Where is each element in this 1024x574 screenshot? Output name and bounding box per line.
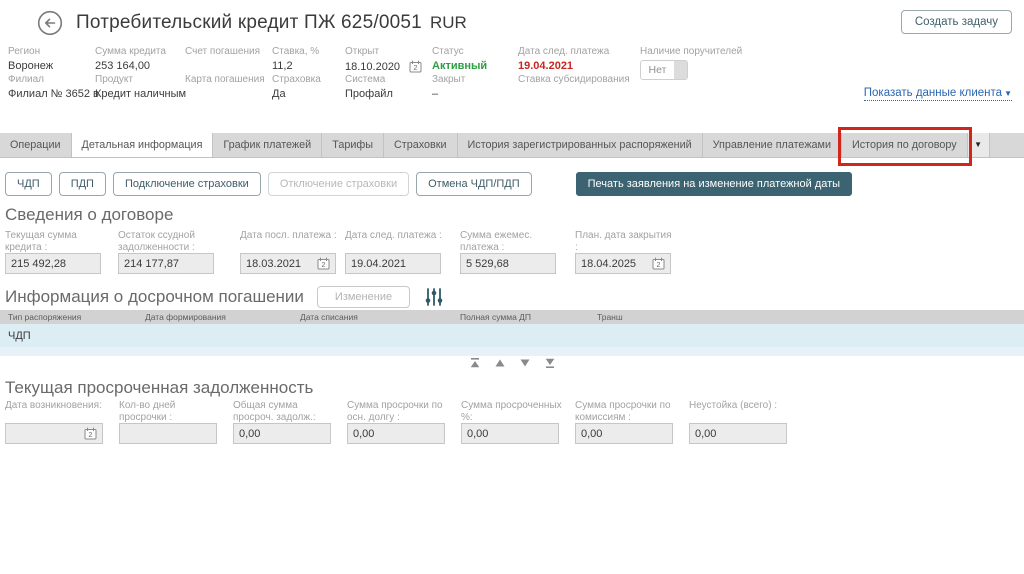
planned-close-date-input[interactable]: 18.04.2025 2 <box>575 253 671 274</box>
svg-text:2: 2 <box>414 65 418 72</box>
contract-details-title: Сведения о договоре <box>5 205 174 224</box>
currency-label: RUR <box>430 13 467 32</box>
field-closed: Закрыт – <box>432 74 466 100</box>
chdp-button[interactable]: ЧДП <box>5 172 52 196</box>
tab-contract-history[interactable]: История по договору <box>842 133 968 157</box>
field-region: Регион Воронеж <box>8 46 54 72</box>
col-form-date[interactable]: Дата формирования <box>145 312 226 322</box>
field-system: Система Профайл <box>345 74 393 100</box>
tab-bar: Операции Детальная информация График пла… <box>0 133 1024 158</box>
status-badge: Активный <box>432 60 488 72</box>
principal-overdue-input[interactable]: 0,00 <box>347 423 445 444</box>
loan-balance-input[interactable]: 214 177,87 <box>118 253 214 274</box>
field-opened: Открыт 18.10.2020 2 <box>345 46 422 73</box>
calendar-icon[interactable]: 2 <box>84 427 97 440</box>
penalty-total-input[interactable]: 0,00 <box>689 423 787 444</box>
fld-last-payment-date: Дата посл. платежа : 18.03.2021 2 <box>240 230 346 274</box>
fld-current-credit-sum: Текущая сумма кредита : 215 492,28 <box>5 230 111 274</box>
col-full-sum[interactable]: Полная сумма ДП <box>460 312 531 322</box>
col-tranche[interactable]: Транш <box>597 312 623 322</box>
field-subsidy-rate: Ставка субсидирования <box>518 74 630 85</box>
field-guarantors: Наличие поручителей Нет <box>640 46 742 80</box>
up-icon[interactable] <box>494 357 506 369</box>
down-icon[interactable] <box>519 357 531 369</box>
print-statement-button[interactable]: Печать заявления на изменение платежной … <box>575 172 853 196</box>
calendar-icon[interactable]: 2 <box>652 257 665 270</box>
calendar-icon[interactable]: 2 <box>409 60 422 73</box>
field-rate: Ставка, % 11,2 <box>272 46 320 72</box>
field-next-payment-date: Дата след. платежа 19.04.2021 <box>518 46 610 72</box>
table-header-row: Тип распоряжения Дата формирования Дата … <box>0 310 1024 324</box>
connect-insurance-button[interactable]: Подключение страховки <box>112 172 261 196</box>
tabs-overflow-button[interactable]: ▼ <box>967 133 990 157</box>
overdue-debt-title: Текущая просроченная задолженность <box>5 378 314 397</box>
field-repayment-account: Счет погашения <box>185 46 260 57</box>
next-payment-date-input[interactable]: 19.04.2021 <box>345 253 441 274</box>
go-last-icon[interactable] <box>544 357 556 369</box>
go-first-icon[interactable] <box>469 357 481 369</box>
col-order-type[interactable]: Тип распоряжения <box>8 312 81 322</box>
cancel-chdp-pdp-button[interactable]: Отмена ЧДП/ПДП <box>416 172 532 196</box>
field-repayment-card: Карта погашения <box>185 74 265 85</box>
tab-tariffs[interactable]: Тарифы <box>322 133 384 157</box>
early-repayment-title: Информация о досрочном погашении <box>5 287 304 306</box>
tab-detailed-info[interactable]: Детальная информация <box>71 133 214 157</box>
svg-text:2: 2 <box>657 262 661 269</box>
fld-loan-balance: Остаток ссудной задолженности : 214 177,… <box>118 230 224 274</box>
tab-payment-schedule[interactable]: График платежей <box>213 133 323 157</box>
tab-registered-orders-history[interactable]: История зарегистрированных распоряжений <box>458 133 703 157</box>
create-task-button[interactable]: Создать задачу <box>900 10 1012 34</box>
table-row[interactable]: ЧДП <box>0 324 1024 347</box>
guarantors-toggle[interactable]: Нет <box>640 60 688 80</box>
early-repayment-table: Тип распоряжения Дата формирования Дата … <box>0 310 1024 356</box>
show-client-data-link[interactable]: Показать данные клиента ▼ <box>863 87 1012 101</box>
change-button[interactable]: Изменение <box>316 286 411 308</box>
chevron-down-icon: ▼ <box>1004 88 1012 98</box>
title-row: Потребительский кредит ПЖ 625/0051 <box>37 10 422 36</box>
disconnect-insurance-button[interactable]: Отключение страховки <box>267 172 410 196</box>
commission-overdue-input[interactable]: 0,00 <box>575 423 673 444</box>
tab-operations[interactable]: Операции <box>0 133 72 157</box>
fld-monthly-payment: Сумма ежемес. платежа : 5 529,68 <box>460 230 566 274</box>
total-overdue-input[interactable]: 0,00 <box>233 423 331 444</box>
early-repayment-header: Информация о досрочном погашении Изменен… <box>5 286 445 308</box>
action-buttons-row: ЧДП ПДП Подключение страховки Отключение… <box>5 172 853 196</box>
field-credit-sum: Сумма кредита 253 164,00 <box>95 46 166 72</box>
interest-overdue-input[interactable]: 0,00 <box>461 423 559 444</box>
page-title: Потребительский кредит ПЖ 625/0051 <box>76 12 422 33</box>
sliders-icon[interactable] <box>423 286 445 308</box>
monthly-payment-input[interactable]: 5 529,68 <box>460 253 556 274</box>
field-insurance: Страховка Да <box>272 74 321 100</box>
calendar-icon[interactable]: 2 <box>317 257 330 270</box>
overdue-days-input[interactable] <box>119 423 217 444</box>
tab-payment-management[interactable]: Управление платежами <box>703 133 842 157</box>
field-branch: Филиал Филиал № 3652 в <box>8 74 99 100</box>
tab-insurances[interactable]: Страховки <box>384 133 458 157</box>
pdp-button[interactable]: ПДП <box>58 172 106 196</box>
field-status: Статус Активный <box>432 46 488 72</box>
fld-penalty-total: Неустойка (всего) : 0,00 <box>689 400 795 444</box>
svg-text:2: 2 <box>322 262 326 269</box>
col-debit-date[interactable]: Дата списания <box>300 312 358 322</box>
fld-overdue-days: Кол-во дней просрочки : <box>119 400 225 444</box>
svg-text:2: 2 <box>89 432 93 439</box>
fld-total-overdue: Общая сумма просроч. задолж.: 0,00 <box>233 400 339 444</box>
last-payment-date-input[interactable]: 18.03.2021 2 <box>240 253 336 274</box>
fld-commission-overdue: Сумма просрочки по комиссиям : 0,00 <box>575 400 681 444</box>
fld-planned-close-date: План. дата закрытия : 18.04.2025 2 <box>575 230 681 274</box>
back-icon[interactable] <box>37 10 63 36</box>
field-product: Продукт Кредит наличным <box>95 74 187 100</box>
toggle-knob <box>674 61 687 79</box>
fld-next-payment-date: Дата след. платежа : 19.04.2021 <box>345 230 451 274</box>
table-footer-strip <box>0 347 1024 356</box>
current-credit-sum-input[interactable]: 215 492,28 <box>5 253 101 274</box>
fld-principal-overdue: Сумма просрочки по осн. долгу : 0,00 <box>347 400 453 444</box>
fld-occurrence-date: Дата возникновения: 2 <box>5 400 111 444</box>
table-pager <box>0 357 1024 369</box>
loan-detail-page: Потребительский кредит ПЖ 625/0051 RUR С… <box>0 0 1024 574</box>
fld-interest-overdue: Сумма просроченных %: 0,00 <box>461 400 567 444</box>
occurrence-date-input[interactable]: 2 <box>5 423 103 444</box>
